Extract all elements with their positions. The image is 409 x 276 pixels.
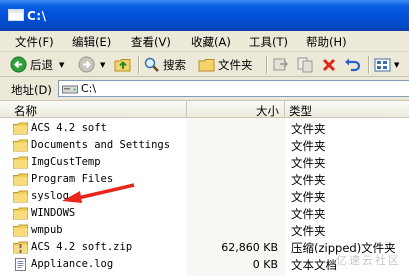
up-folder-button[interactable] bbox=[114, 55, 132, 74]
toolbar-separator bbox=[266, 56, 268, 73]
delete-icon bbox=[322, 58, 336, 71]
text-file-icon bbox=[15, 258, 26, 271]
undo-button[interactable] bbox=[344, 55, 361, 74]
menu-tools[interactable]: 工具(T) bbox=[249, 34, 288, 50]
zip-folder-icon bbox=[13, 241, 28, 254]
search-label: 搜索 bbox=[163, 57, 186, 72]
list-item[interactable]: Documents and Settings 文件夹 bbox=[0, 137, 409, 154]
forward-button[interactable]: ▼ bbox=[78, 55, 105, 74]
back-button[interactable]: 后退 ▼ bbox=[10, 55, 64, 74]
title-bar: C:\ bbox=[0, 0, 409, 31]
toolbar: 后退 ▼ ▼ 搜索 文件夹 ▼ bbox=[0, 52, 409, 77]
address-label: 地址(D) bbox=[11, 83, 52, 97]
file-name: wmpub bbox=[31, 224, 63, 236]
file-type: 文件夹 bbox=[291, 139, 326, 153]
menu-file[interactable]: 文件(F) bbox=[15, 34, 54, 50]
menu-favorites[interactable]: 收藏(A) bbox=[191, 34, 231, 50]
views-icon bbox=[374, 58, 391, 71]
column-headers: 名称 大小 类型 bbox=[0, 101, 409, 118]
views-dropdown-icon[interactable]: ▼ bbox=[394, 61, 399, 69]
menu-edit[interactable]: 编辑(E) bbox=[72, 34, 111, 50]
annotation-arrow bbox=[62, 183, 135, 203]
back-arrow-icon bbox=[10, 56, 27, 73]
folder-icon bbox=[13, 139, 28, 152]
address-input[interactable]: C:\ bbox=[58, 80, 409, 97]
undo-icon bbox=[345, 58, 361, 72]
move-to-icon bbox=[273, 58, 289, 71]
folders-icon bbox=[198, 58, 215, 71]
forward-arrow-icon bbox=[78, 56, 95, 73]
folder-icon bbox=[13, 190, 28, 203]
column-header-name[interactable]: 名称 bbox=[0, 101, 187, 118]
list-item[interactable]: WINDOWS 文件夹 bbox=[0, 205, 409, 222]
watermark: 亿速云社区 bbox=[336, 254, 401, 267]
file-name: ACS 4.2 soft bbox=[31, 122, 107, 134]
list-item[interactable]: wmpub 文件夹 bbox=[0, 222, 409, 239]
file-name: ImgCustTemp bbox=[31, 156, 101, 168]
file-name: Appliance.log bbox=[31, 258, 114, 270]
file-type: 文件夹 bbox=[291, 190, 326, 204]
window-title: C:\ bbox=[27, 9, 47, 23]
folder-icon bbox=[13, 156, 28, 169]
file-size: 62,860 KB bbox=[221, 241, 278, 254]
copy-to-icon bbox=[297, 57, 313, 73]
file-type: 文本文档 bbox=[291, 258, 337, 272]
file-type: 文件夹 bbox=[291, 173, 326, 187]
folders-label: 文件夹 bbox=[218, 57, 253, 72]
menu-help[interactable]: 帮助(H) bbox=[306, 34, 347, 50]
file-name: WINDOWS bbox=[31, 207, 76, 219]
file-type: 文件夹 bbox=[291, 207, 326, 221]
list-item[interactable]: ImgCustTemp 文件夹 bbox=[0, 154, 409, 171]
folder-icon bbox=[13, 173, 28, 186]
address-bar: 地址(D) C:\ bbox=[0, 77, 409, 101]
copy-to-button[interactable] bbox=[297, 55, 314, 74]
search-button[interactable]: 搜索 bbox=[143, 55, 186, 74]
folders-button[interactable]: 文件夹 bbox=[198, 55, 253, 74]
forward-dropdown-icon[interactable]: ▼ bbox=[100, 61, 105, 69]
delete-button[interactable] bbox=[321, 55, 337, 74]
file-type: 文件夹 bbox=[291, 224, 326, 238]
search-icon bbox=[144, 57, 159, 72]
move-to-button[interactable] bbox=[272, 55, 289, 74]
folder-icon bbox=[13, 207, 28, 220]
column-header-type[interactable]: 类型 bbox=[285, 101, 409, 118]
file-name: ACS 4.2 soft.zip bbox=[31, 241, 133, 253]
address-path: C:\ bbox=[81, 82, 97, 95]
file-type: 文件夹 bbox=[291, 122, 326, 136]
up-folder-icon bbox=[114, 59, 131, 72]
folder-icon bbox=[13, 224, 28, 237]
drive-icon bbox=[62, 85, 78, 94]
column-header-size[interactable]: 大小 bbox=[187, 101, 285, 118]
list-item[interactable]: ACS 4.2 soft 文件夹 bbox=[0, 120, 409, 137]
file-size: 0 KB bbox=[252, 258, 278, 271]
file-name: Documents and Settings bbox=[31, 139, 171, 151]
views-button[interactable]: ▼ bbox=[374, 55, 399, 74]
toolbar-separator bbox=[138, 56, 140, 73]
menu-bar: 文件(F) 编辑(E) 查看(V) 收藏(A) 工具(T) 帮助(H) bbox=[0, 31, 409, 52]
folder-window-icon bbox=[8, 9, 24, 21]
folder-icon bbox=[13, 122, 28, 135]
back-dropdown-icon[interactable]: ▼ bbox=[59, 61, 64, 69]
file-type: 文件夹 bbox=[291, 156, 326, 170]
back-label: 后退 bbox=[30, 57, 53, 72]
menu-view[interactable]: 查看(V) bbox=[131, 34, 171, 50]
toolbar-separator bbox=[368, 56, 370, 73]
